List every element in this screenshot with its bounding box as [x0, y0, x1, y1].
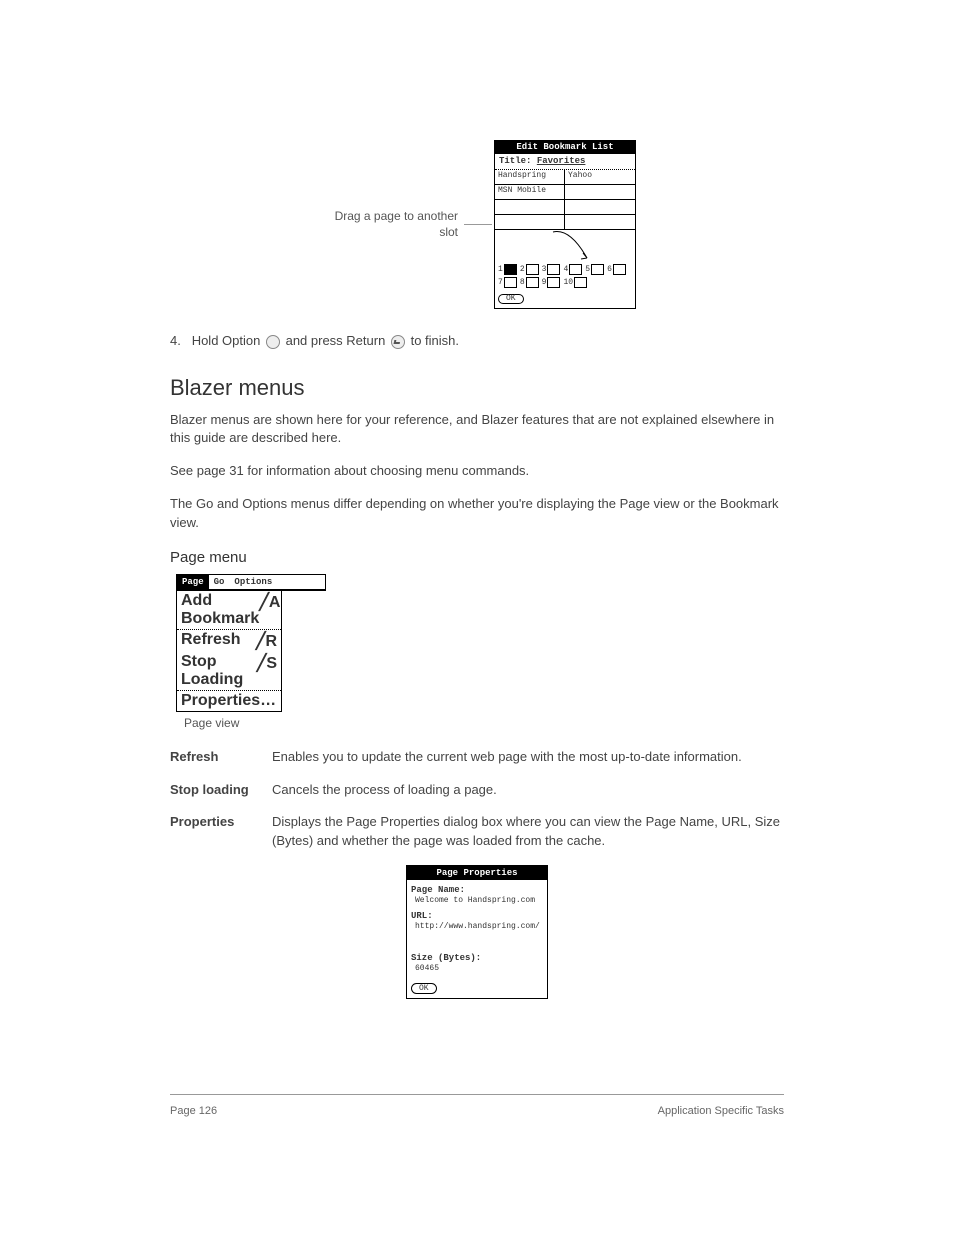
- figure-edit-bookmark-list: Drag a page to another slot Edit Bookmar…: [170, 140, 784, 309]
- menu-item: Properties…: [177, 690, 281, 711]
- value-page-name: Welcome to Handspring.com: [415, 896, 543, 905]
- option-key-icon: [266, 335, 280, 349]
- label-page-name: Page Name:: [411, 885, 543, 895]
- label-size: Size (Bytes):: [411, 953, 543, 963]
- paragraph: Blazer menus are shown here for your ref…: [170, 411, 784, 449]
- menu-item: Stop Loading ╱S: [177, 652, 281, 690]
- menu-caption: Page view: [184, 716, 784, 730]
- def-term-stop-loading: Stop loading: [170, 781, 272, 800]
- leader-line: [464, 224, 492, 225]
- bookmark-cell: [495, 215, 565, 230]
- figure-caption: Drag a page to another slot: [318, 209, 458, 240]
- page-selector: 1 2 3 4 5 6 7 8 9 10: [495, 262, 635, 292]
- bookmark-cell: MSN Mobile: [495, 185, 565, 200]
- footer-rule: [170, 1094, 784, 1095]
- paragraph: The Go and Options menus differ dependin…: [170, 495, 784, 533]
- drag-arrow: [495, 230, 635, 262]
- bookmark-cell: Handspring: [495, 170, 565, 185]
- footer-section-title: Application Specific Tasks: [658, 1105, 784, 1117]
- menu-item: Add Bookmark ╱A: [177, 591, 281, 629]
- label-url: URL:: [411, 911, 543, 921]
- dialog-subtitle: Title: Favorites: [495, 154, 635, 170]
- value-url: http://www.handspring.com/: [415, 922, 543, 931]
- bookmark-cell: Yahoo: [565, 170, 635, 185]
- bookmark-cell: [495, 200, 565, 215]
- footer-page-number: Page 126: [170, 1105, 217, 1117]
- menu-tab-options: Options: [229, 575, 277, 589]
- dialog-title: Page Properties: [407, 866, 547, 880]
- bookmark-cell: [565, 185, 635, 200]
- bookmark-cell: [565, 215, 635, 230]
- ok-button: OK: [411, 983, 437, 994]
- step-4: 4. Hold Option and press Return to finis…: [170, 333, 784, 349]
- def-term-properties: Properties: [170, 813, 272, 851]
- heading-page-menu: Page menu: [170, 549, 784, 566]
- menu-item: Refresh ╱R: [177, 629, 281, 652]
- menu-tab-page: Page: [177, 575, 209, 589]
- def-desc: Cancels the process of loading a page.: [272, 781, 784, 800]
- ok-button: OK: [498, 294, 524, 304]
- definition-list: Refresh Enables you to update the curren…: [170, 748, 784, 851]
- bookmark-cell: [565, 200, 635, 215]
- menu-tab-go: Go: [209, 575, 230, 589]
- page-menu-screenshot: Page Go Options: [176, 574, 326, 591]
- paragraph: See page 31 for information about choosi…: [170, 462, 784, 481]
- def-desc: Displays the Page Properties dialog box …: [272, 813, 784, 851]
- return-key-icon: [391, 335, 405, 349]
- dialog-title: Edit Bookmark List: [495, 141, 635, 154]
- page-properties-dialog: Page Properties Page Name: Welcome to Ha…: [406, 865, 548, 999]
- def-term-refresh: Refresh: [170, 748, 272, 767]
- def-desc: Enables you to update the current web pa…: [272, 748, 784, 767]
- page-footer: Page 126 Application Specific Tasks: [170, 1105, 784, 1117]
- heading-blazer-menus: Blazer menus: [170, 375, 784, 401]
- edit-bookmark-list-dialog: Edit Bookmark List Title: Favorites Hand…: [494, 140, 636, 309]
- value-size: 60465: [415, 964, 543, 973]
